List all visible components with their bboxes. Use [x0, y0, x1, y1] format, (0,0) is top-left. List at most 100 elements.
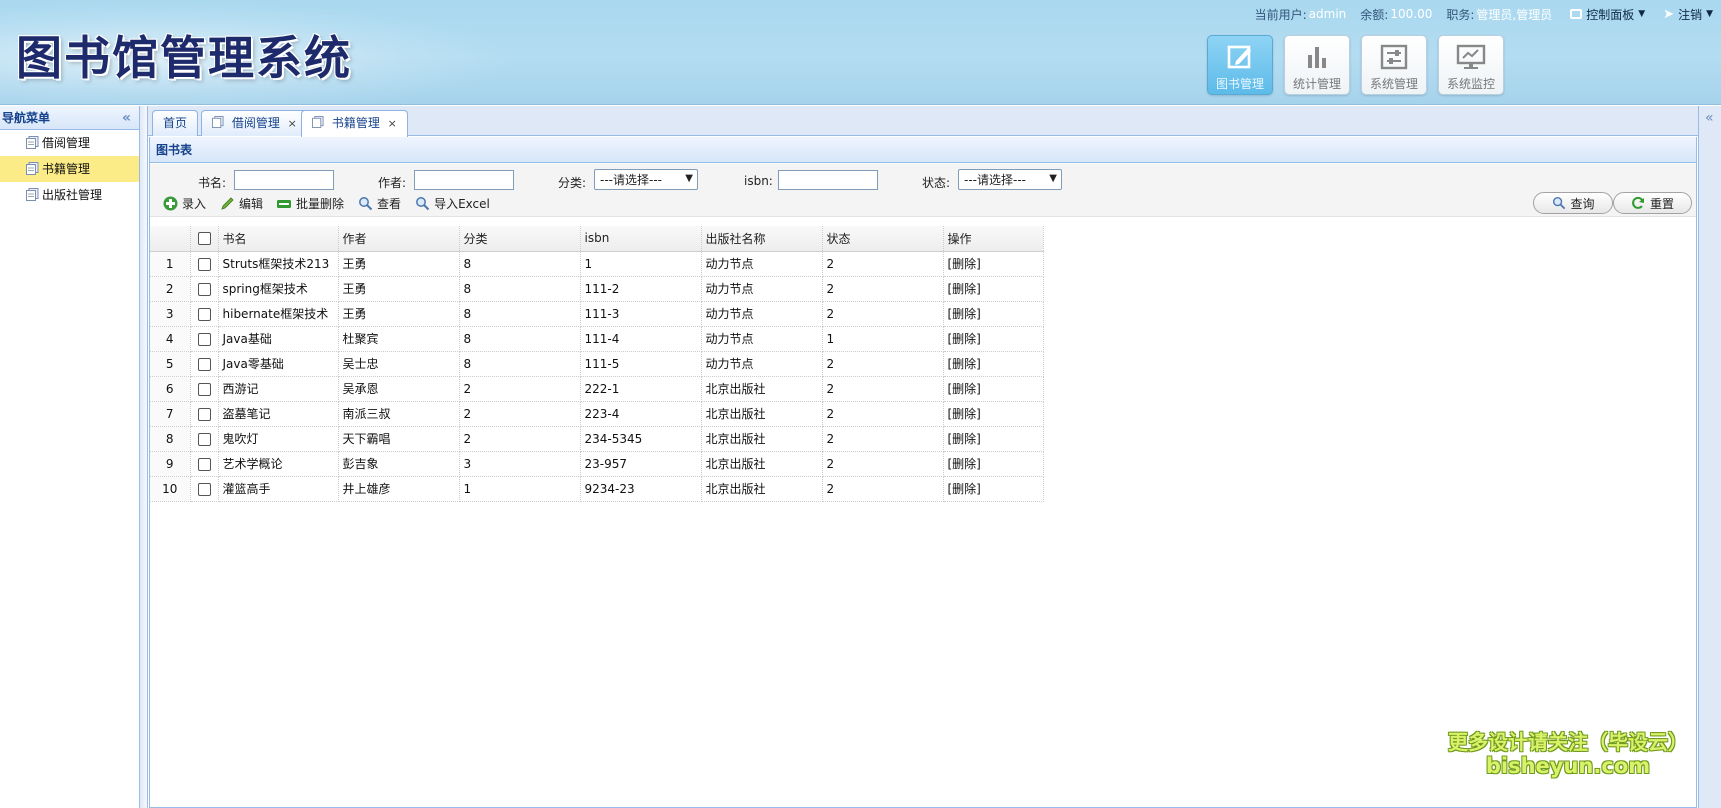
sidebar-item-label: 书籍管理 [42, 162, 91, 176]
panel-title: 图书表 [150, 137, 1696, 163]
status-select[interactable]: ---请选择--- ▼ [958, 169, 1062, 190]
row-checkbox[interactable] [197, 307, 211, 321]
logout-menu[interactable]: ➤ 注销 ▼ [1663, 6, 1713, 23]
refresh-icon [1631, 196, 1646, 211]
column-header-action: 操作 [943, 226, 1044, 252]
row-checkbox[interactable] [197, 482, 211, 496]
tab-borrow[interactable]: 借阅管理 × [201, 110, 308, 136]
delete-link[interactable]: [删除] [943, 401, 1044, 427]
delete-link[interactable]: [删除] [943, 276, 1044, 302]
bar-chart-icon [1302, 42, 1332, 72]
tab-home[interactable]: 首页 [152, 110, 199, 136]
chevron-down-icon: ▼ [1049, 173, 1057, 184]
cell-category: 3 [459, 451, 581, 477]
close-icon[interactable]: × [388, 117, 397, 130]
row-checkbox[interactable] [197, 282, 211, 296]
column-header-name[interactable]: 书名 [218, 226, 339, 252]
module-system-settings[interactable]: 系统管理 [1361, 35, 1427, 95]
nav-panel: 导航菜单 « 借阅管理 书籍管理 出版社管理 [0, 106, 140, 808]
document-icon [212, 116, 224, 128]
delete-link[interactable]: [删除] [943, 326, 1044, 352]
module-switcher: 图书管理 统计管理 系统管理 系统监控 [1207, 35, 1504, 95]
sidebar-item-books[interactable]: 书籍管理 [0, 156, 139, 182]
column-header-isbn[interactable]: isbn [580, 226, 702, 252]
document-icon [312, 116, 324, 128]
cell-status: 2 [822, 426, 944, 452]
import-excel-button[interactable]: 导入Excel [414, 195, 490, 212]
cell-category: 1 [459, 476, 581, 502]
delete-link[interactable]: [删除] [943, 451, 1044, 477]
cell-name: spring框架技术 [218, 276, 339, 302]
tab-books[interactable]: 书籍管理 × [301, 110, 408, 137]
delete-link[interactable]: [删除] [943, 301, 1044, 327]
cell-name: Java基础 [218, 326, 339, 352]
query-button[interactable]: 查询 [1533, 192, 1613, 214]
delete-link[interactable]: [删除] [943, 351, 1044, 377]
table-row[interactable]: 5 Java零基础 吴士忠 8 111-5 动力节点 2 [删除] [150, 351, 1044, 377]
cell-status: 2 [822, 251, 944, 277]
cell-name: 鬼吹灯 [218, 426, 339, 452]
module-system-monitor[interactable]: 系统监控 [1438, 35, 1504, 95]
cell-category: 8 [459, 251, 581, 277]
control-panel-label: 控制面板 [1586, 7, 1635, 22]
table-row[interactable]: 7 盗墓笔记 南派三叔 2 223-4 北京出版社 2 [删除] [150, 401, 1044, 427]
delete-link[interactable]: [删除] [943, 426, 1044, 452]
row-checkbox[interactable] [197, 407, 211, 421]
nav-title: 导航菜单 [2, 111, 51, 125]
view-button[interactable]: 查看 [357, 195, 401, 212]
logout-label: 注销 [1678, 7, 1703, 22]
module-statistics[interactable]: 统计管理 [1284, 35, 1350, 95]
select-all-checkbox-cell[interactable] [190, 226, 219, 252]
table-row[interactable]: 1 Struts框架技术213 王勇 8 1 动力节点 2 [删除] [150, 251, 1044, 277]
author-input[interactable] [414, 170, 514, 190]
isbn-input[interactable] [778, 170, 878, 190]
row-checkbox[interactable] [197, 257, 211, 271]
paper-plane-icon: ➤ [1663, 6, 1675, 22]
close-icon[interactable]: × [288, 117, 297, 130]
sidebar-item-borrow[interactable]: 借阅管理 [0, 130, 139, 156]
nav-splitter[interactable] [140, 106, 148, 808]
book-table: 书名 作者 分类 isbn 出版社名称 状态 操作 1 Struts框架技术21… [150, 226, 1044, 502]
row-checkbox[interactable] [197, 457, 211, 471]
delete-link[interactable]: [删除] [943, 251, 1044, 277]
batch-delete-button[interactable]: 批量删除 [276, 195, 344, 212]
table-header-row: 书名 作者 分类 isbn 出版社名称 状态 操作 [150, 226, 1044, 252]
table-row[interactable]: 10 灌篮高手 井上雄彦 1 9234-23 北京出版社 2 [删除] [150, 476, 1044, 502]
expand-right-icon[interactable]: « [1705, 110, 1714, 126]
table-row[interactable]: 4 Java基础 杜聚宾 8 111-4 动力节点 1 [删除] [150, 326, 1044, 352]
category-select[interactable]: ---请选择--- ▼ [594, 169, 698, 190]
sidebar-item-publishers[interactable]: 出版社管理 [0, 182, 139, 208]
action-toolbar: 录入 编辑 批量删除 查看 导入Excel [162, 195, 503, 212]
delete-link[interactable]: [删除] [943, 476, 1044, 502]
module-book-management[interactable]: 图书管理 [1207, 35, 1273, 95]
control-panel-menu[interactable]: 控制面板 ▼ [1570, 6, 1645, 23]
select-all-checkbox[interactable] [197, 232, 211, 246]
cell-publisher: 动力节点 [701, 251, 823, 277]
column-header-author[interactable]: 作者 [338, 226, 460, 252]
book-name-input[interactable] [234, 170, 334, 190]
cell-status: 1 [822, 326, 944, 352]
cell-category: 2 [459, 401, 581, 427]
column-header-status[interactable]: 状态 [822, 226, 944, 252]
edit-button[interactable]: 编辑 [219, 195, 263, 212]
add-button[interactable]: 录入 [162, 195, 206, 212]
chevron-down-icon: ▼ [685, 173, 693, 184]
row-checkbox[interactable] [197, 432, 211, 446]
reset-button[interactable]: 重置 [1613, 192, 1692, 214]
column-header-category[interactable]: 分类 [459, 226, 581, 252]
delete-link[interactable]: [删除] [943, 376, 1044, 402]
row-checkbox[interactable] [197, 357, 211, 371]
row-checkbox[interactable] [197, 382, 211, 396]
collapse-left-icon[interactable]: « [122, 106, 131, 130]
user-info-bar: 当前用户: admin 余额: 100.00 职务: 管理员,管理员 控制面板 … [1240, 5, 1713, 23]
table-row[interactable]: 6 西游记 吴承恩 2 222-1 北京出版社 2 [删除] [150, 376, 1044, 402]
table-row[interactable]: 9 艺术学概论 彭吉象 3 23-957 北京出版社 2 [删除] [150, 451, 1044, 477]
row-checkbox[interactable] [197, 332, 211, 346]
sliders-icon [1379, 42, 1409, 72]
table-row[interactable]: 3 hibernate框架技术 王勇 8 111-3 动力节点 2 [删除] [150, 301, 1044, 327]
table-row[interactable]: 8 鬼吹灯 天下霸唱 2 234-5345 北京出版社 2 [删除] [150, 426, 1044, 452]
author-label: 作者: [378, 176, 407, 190]
table-row[interactable]: 2 spring框架技术 王勇 8 111-2 动力节点 2 [删除] [150, 276, 1044, 302]
pencil-icon [219, 196, 235, 212]
column-header-publisher[interactable]: 出版社名称 [701, 226, 823, 252]
